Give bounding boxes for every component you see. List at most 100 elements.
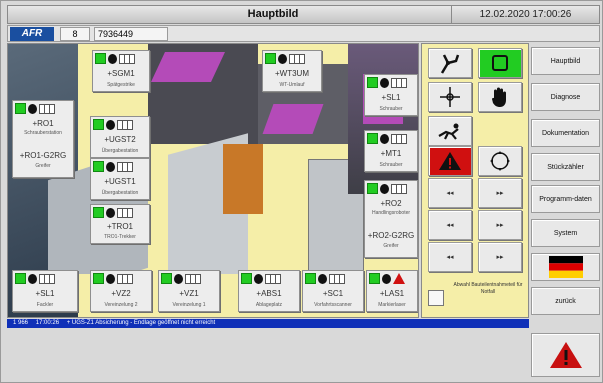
alarm-icon bbox=[393, 273, 405, 284]
step-back-button-1[interactable]: ◂◂ bbox=[428, 178, 472, 208]
station-label: +SL1 bbox=[381, 93, 401, 102]
status-led bbox=[93, 273, 104, 284]
auto-mode-button[interactable] bbox=[478, 48, 522, 78]
station-box[interactable]: +UGST1 Übergabestation bbox=[90, 158, 150, 200]
message-area bbox=[7, 329, 529, 379]
menu-dokumentation[interactable]: Dokumentation bbox=[531, 119, 600, 147]
station-label: +UGST2 bbox=[104, 135, 136, 144]
emergency-removal-label: Abwahl Bauteilentnahmeteil für Notfall bbox=[453, 282, 523, 295]
station-box[interactable]: +SC1 Vorfahrtsscanner bbox=[302, 270, 364, 312]
station-box[interactable]: +MT1 Schrauber bbox=[364, 130, 418, 172]
sensor-icon bbox=[380, 134, 389, 144]
hand-mode-button[interactable] bbox=[478, 82, 522, 112]
io-icon bbox=[391, 134, 407, 144]
cycle-icon bbox=[490, 151, 510, 171]
stop-square-icon bbox=[492, 55, 508, 71]
station-label: +TRO1 bbox=[106, 222, 133, 231]
menu-system[interactable]: System bbox=[531, 219, 600, 247]
step-back-button-2[interactable]: ◂◂ bbox=[428, 210, 472, 240]
io-icon bbox=[117, 208, 133, 218]
io-icon bbox=[329, 274, 345, 284]
station-label: +RO1-G2RG bbox=[19, 151, 67, 160]
station-box[interactable]: +TRO1 TRO1-Trekker bbox=[90, 204, 150, 244]
position-button[interactable] bbox=[428, 82, 472, 112]
station-sublabel: Vereinzelung 1 bbox=[172, 302, 206, 308]
io-icon bbox=[185, 274, 201, 284]
message-time: 17:00:26 bbox=[35, 320, 60, 326]
reset-cycle-button[interactable] bbox=[478, 146, 522, 176]
counter-field: 7936449 bbox=[94, 27, 168, 41]
station-box[interactable]: +RO2 Handlingsroboter +RO2-G2RG Greifer bbox=[364, 180, 418, 258]
running-figure-icon bbox=[438, 123, 459, 140]
station-sublabel: Spätgestrike bbox=[107, 82, 135, 88]
io-icon bbox=[391, 184, 407, 194]
station-label: +LAS1 bbox=[379, 289, 405, 298]
sensor-icon bbox=[278, 54, 287, 64]
station-box[interactable]: +ABS1 Ablageplatz bbox=[238, 270, 300, 312]
status-led bbox=[265, 53, 276, 64]
sensor-icon bbox=[28, 104, 37, 114]
station-sublabel: Fackler bbox=[36, 302, 54, 308]
station-box[interactable]: +SL1 Fackler bbox=[12, 270, 78, 312]
sensor-icon bbox=[108, 54, 117, 64]
status-led bbox=[93, 161, 104, 172]
station-sublabel: Markierlaser bbox=[378, 302, 406, 308]
robot-manual-button[interactable] bbox=[428, 48, 472, 78]
sensor-icon bbox=[106, 208, 115, 218]
station-box[interactable]: +RO1 Schrauberstation +RO1-G2RG Greifer bbox=[12, 100, 74, 178]
message-text: + UGS-Z1 Absicherung - Endlage geöffnet … bbox=[66, 320, 216, 326]
info-row: AFR 8 7936449 bbox=[7, 25, 600, 42]
menu-stueckzaehler[interactable]: Stückzähler bbox=[531, 153, 600, 181]
menu-programmdaten[interactable]: Programm-daten bbox=[531, 185, 600, 213]
station-sublabel: Greifer bbox=[35, 163, 51, 169]
station-box[interactable]: +WT3UM WT-Umlauf bbox=[262, 50, 322, 92]
status-led bbox=[241, 273, 252, 284]
station-sublabel: Schrauber bbox=[379, 106, 403, 112]
user-level-field: 8 bbox=[60, 27, 90, 41]
station-sublabel: Vereinzelung 2 bbox=[104, 302, 138, 308]
station-label: +RO2-G2RG bbox=[367, 231, 415, 240]
step-forward-button-3[interactable]: ▸▸ bbox=[478, 242, 522, 272]
station-box[interactable]: +UGST2 Übergabestation bbox=[90, 116, 150, 158]
message-code: 1 966 bbox=[13, 320, 29, 326]
status-led bbox=[305, 273, 316, 284]
station-box[interactable]: +LAS1 Markierlaser bbox=[366, 270, 418, 312]
io-icon bbox=[39, 274, 55, 284]
station-label: +VZ2 bbox=[111, 289, 131, 298]
language-button[interactable] bbox=[531, 253, 600, 281]
german-flag-icon bbox=[548, 256, 583, 278]
menu-hauptbild[interactable]: Hauptbild bbox=[531, 47, 600, 75]
station-box[interactable]: +SGM1 Spätgestrike bbox=[92, 50, 150, 92]
step-back-button-3[interactable]: ◂◂ bbox=[428, 242, 472, 272]
io-icon bbox=[39, 104, 55, 114]
menu-back[interactable]: zurück bbox=[531, 287, 600, 315]
jog-mode-button[interactable] bbox=[428, 116, 472, 146]
io-icon bbox=[117, 120, 133, 130]
io-icon bbox=[117, 162, 133, 172]
menu-diagnose[interactable]: Diagnose bbox=[531, 83, 600, 111]
page-title: Hauptbild bbox=[247, 8, 299, 20]
station-sublabel: WT-Umlauf bbox=[279, 82, 305, 88]
station-box[interactable]: +VZ2 Vereinzelung 2 bbox=[90, 270, 152, 312]
hand-icon bbox=[492, 87, 506, 107]
sensor-icon bbox=[28, 274, 37, 284]
warning-icon bbox=[549, 342, 582, 368]
message-bar[interactable]: 1 966 17:00:26 + UGS-Z1 Absicherung - En… bbox=[7, 319, 529, 328]
station-sublabel: Schrauberstation bbox=[24, 130, 62, 136]
step-forward-button-1[interactable]: ▸▸ bbox=[478, 178, 522, 208]
alarm-button[interactable] bbox=[428, 146, 472, 176]
station-box[interactable]: +VZ1 Vereinzelung 1 bbox=[158, 270, 220, 312]
station-sublabel: TRO1-Trekker bbox=[104, 234, 136, 240]
station-sublabel: Greifer bbox=[383, 243, 399, 249]
station-label: +UGST1 bbox=[104, 177, 136, 186]
status-led bbox=[367, 133, 378, 144]
alarm-menu-button[interactable] bbox=[531, 333, 600, 377]
status-led bbox=[367, 77, 378, 88]
station-label: +VZ1 bbox=[179, 289, 199, 298]
station-box[interactable]: +SL1 Schrauber bbox=[364, 74, 418, 116]
emergency-removal-checkbox[interactable] bbox=[428, 290, 444, 306]
sensor-icon bbox=[106, 162, 115, 172]
step-forward-button-2[interactable]: ▸▸ bbox=[478, 210, 522, 240]
sensor-icon bbox=[380, 184, 389, 194]
sensor-icon bbox=[380, 78, 389, 88]
